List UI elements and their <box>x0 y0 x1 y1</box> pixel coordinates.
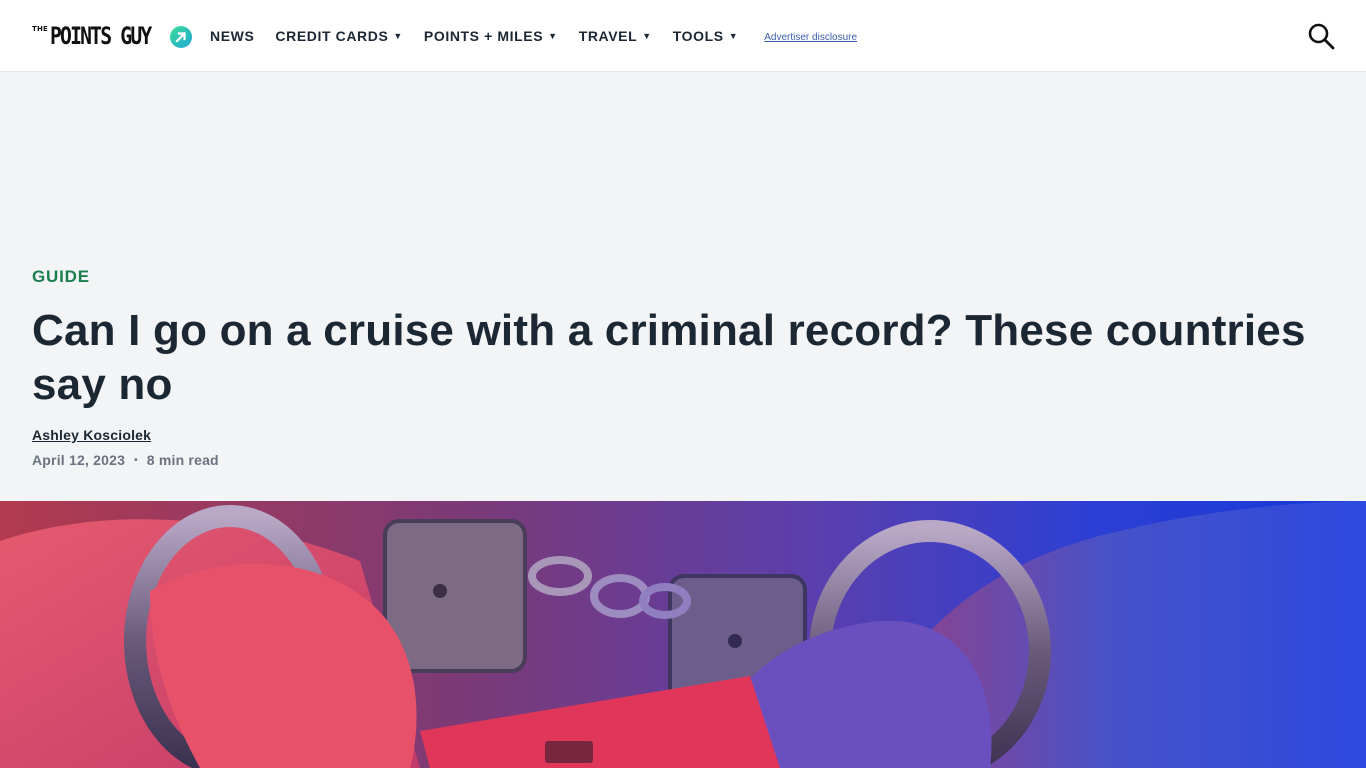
nav-item-label: POINTS + MILES <box>423 28 544 44</box>
search-button[interactable] <box>1306 21 1336 51</box>
caret-down-icon: ▼ <box>728 30 739 41</box>
nav-item-points-miles[interactable]: POINTS + MILES ▼ <box>424 28 558 44</box>
nav-item-label: NEWS <box>210 28 255 44</box>
read-time: 8 min read <box>146 452 219 468</box>
author-link[interactable]: Ashley Kosciolek <box>32 427 151 443</box>
article-category[interactable]: GUIDE <box>32 267 90 287</box>
nav-item-tools[interactable]: TOOLS ▼ <box>673 28 738 44</box>
site-header: THE POINTS GUY NEWS CREDIT CARDS ▼ POINT… <box>0 0 1366 72</box>
main-nav: NEWS CREDIT CARDS ▼ POINTS + MILES ▼ TRA… <box>210 0 857 72</box>
nav-item-label: TOOLS <box>672 28 724 44</box>
article-meta: April 12, 2023 • 8 min read <box>32 452 219 468</box>
meta-separator: • <box>134 454 138 466</box>
nav-item-credit-cards[interactable]: CREDIT CARDS ▼ <box>275 28 403 44</box>
nav-item-news[interactable]: NEWS <box>210 28 254 44</box>
caret-down-icon: ▼ <box>548 30 558 41</box>
hero-image <box>0 501 1366 768</box>
logo-arrow-icon <box>170 26 192 48</box>
advertiser-disclosure-link[interactable]: Advertiser disclosure <box>764 32 857 43</box>
caret-down-icon: ▼ <box>393 30 403 41</box>
caret-down-icon: ▼ <box>642 30 652 41</box>
logo-small-text: THE <box>32 25 49 33</box>
article-hero: GUIDE Can I go on a cruise with a crimin… <box>0 72 1366 501</box>
handcuffs-photo <box>0 501 1366 768</box>
search-icon <box>1308 23 1335 50</box>
publish-date: April 12, 2023 <box>32 452 126 468</box>
nav-item-label: CREDIT CARDS <box>275 28 389 44</box>
nav-item-label: TRAVEL <box>578 28 638 44</box>
logo-main-text: POINTS GUY <box>50 22 152 50</box>
nav-item-travel[interactable]: TRAVEL ▼ <box>579 28 652 44</box>
site-logo[interactable]: THE POINTS GUY <box>32 22 192 50</box>
article-title: Can I go on a cruise with a criminal rec… <box>32 306 1306 409</box>
